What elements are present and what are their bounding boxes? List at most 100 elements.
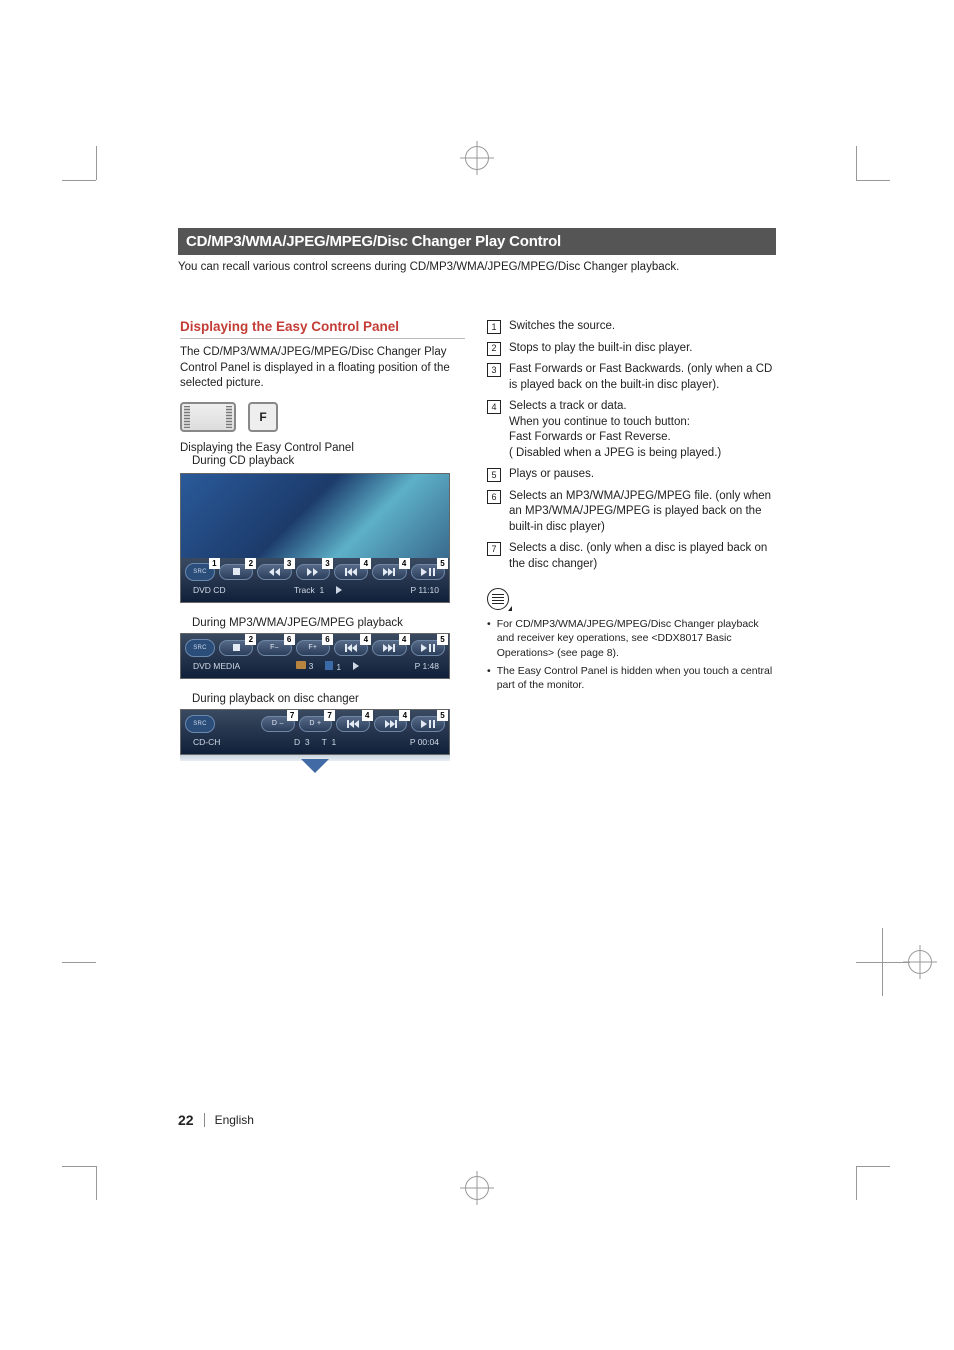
page-footer: 22 English [178, 1112, 254, 1128]
list-item: 2 Stops to play the built-in disc player. [487, 341, 776, 357]
note-icon [487, 588, 509, 610]
stop-button[interactable]: 2 [219, 564, 253, 580]
registration-mark-bottom [465, 1176, 489, 1200]
file-number: 1 [336, 662, 341, 672]
track-label: T [322, 737, 327, 747]
crop-line [856, 180, 890, 181]
callout-number: 5 [437, 634, 448, 645]
play-pause-button[interactable]: 5 [411, 716, 445, 732]
callout-box: 4 [487, 400, 501, 414]
subsection-paragraph: The CD/MP3/WMA/JPEG/MPEG/Disc Changer Pl… [180, 345, 465, 392]
disc-label: D [294, 737, 300, 747]
play-time: P 00:04 [410, 737, 439, 747]
prev-track-button[interactable]: 4 [334, 640, 368, 656]
registration-mark-top [465, 146, 489, 170]
folder-icon [296, 661, 306, 669]
folder-down-button[interactable]: F– 6 [257, 640, 291, 656]
prev-track-button[interactable]: 4 [336, 716, 370, 732]
crop-line [62, 1166, 96, 1167]
changer-panel-illustration: SRC D – 7 D + 7 4 4 5 CD-CH [180, 709, 450, 755]
src-button[interactable]: SRC 1 [185, 563, 215, 581]
src-label: SRC [193, 569, 207, 575]
disc-down-button[interactable]: D – 7 [261, 716, 295, 732]
subsection-heading: Displaying the Easy Control Panel [180, 319, 465, 339]
status-row: CD-CH D 3 T 1 P 00:04 [185, 735, 445, 747]
footer-language: English [215, 1113, 254, 1127]
next-track-button[interactable]: 4 [372, 640, 406, 656]
next-track-button[interactable]: 4 [374, 716, 408, 732]
callout-number: 3 [322, 558, 333, 569]
hardware-buttons-illustration: F [180, 402, 465, 432]
rewind-button[interactable]: 3 [257, 564, 291, 580]
play-time: P 11:10 [410, 585, 439, 595]
example-label: Displaying the Easy Control Panel [180, 442, 465, 454]
fast-forward-button[interactable]: 3 [296, 564, 330, 580]
item-text: Fast Forwards or Fast Backwards. (only w… [509, 362, 776, 393]
next-track-button[interactable]: 4 [372, 564, 406, 580]
disc-up-button[interactable]: D + 7 [299, 716, 333, 732]
callout-box: 2 [487, 342, 501, 356]
callout-box: 5 [487, 468, 501, 482]
crop-line [96, 146, 97, 180]
mp3-panel-illustration: SRC 2 F– 6 F+ 6 4 4 5 DVD [180, 633, 450, 679]
folder-number: 3 [309, 661, 314, 671]
callout-number: 4 [360, 634, 371, 645]
item-text: Switches the source. [509, 319, 615, 335]
crop-line [62, 180, 96, 181]
note-item: •For CD/MP3/WMA/JPEG/MPEG/Disc Changer p… [487, 617, 776, 660]
item-text: Selects a disc. (only when a disc is pla… [509, 541, 776, 572]
callout-number: 6 [322, 634, 333, 645]
callout-number: 7 [324, 710, 335, 721]
src-label: SRC [193, 721, 207, 727]
registration-mark-right [908, 950, 932, 974]
callout-number: 6 [284, 634, 295, 645]
callout-number: 4 [360, 558, 371, 569]
callout-number: 2 [245, 634, 256, 645]
stop-button[interactable]: 2 [219, 640, 253, 656]
chevron-down-icon [301, 759, 329, 773]
callout-number: 4 [362, 710, 373, 721]
src-label: SRC [193, 645, 207, 651]
crop-line [96, 1166, 97, 1200]
page-number: 22 [178, 1112, 194, 1128]
right-column: 1 Switches the source. 2 Stops to play the… [487, 319, 776, 773]
crop-line [856, 1166, 857, 1200]
item-text: Selects a track or data. When you contin… [509, 399, 721, 461]
prev-track-button[interactable]: 4 [334, 564, 368, 580]
item-text: Selects an MP3/WMA/JPEG/MPEG file. (only… [509, 489, 776, 536]
note-item: •The Easy Control Panel is hidden when y… [487, 664, 776, 692]
fnc-button-icon: F [248, 402, 278, 432]
callout-box: 6 [487, 490, 501, 504]
play-pause-button[interactable]: 5 [411, 640, 445, 656]
folder-up-button[interactable]: F+ 6 [296, 640, 330, 656]
callout-number: 4 [399, 710, 410, 721]
callout-number: 1 [209, 558, 220, 569]
track-number: 1 [332, 737, 337, 747]
callout-box: 1 [487, 320, 501, 334]
source-name: DVD CD [193, 585, 226, 595]
play-indicator-icon [353, 662, 359, 670]
cd-playback-screenshot: SRC 1 2 3 3 4 4 [180, 473, 450, 603]
crop-line [62, 962, 96, 963]
disc-number: 3 [305, 737, 310, 747]
source-name: DVD MEDIA [193, 661, 240, 671]
callout-number: 7 [287, 710, 298, 721]
src-button[interactable]: SRC [185, 715, 215, 733]
play-pause-button[interactable]: 5 [411, 564, 445, 580]
notes-list: •For CD/MP3/WMA/JPEG/MPEG/Disc Changer p… [487, 617, 776, 692]
track-label: Track [294, 585, 315, 595]
source-name: CD-CH [193, 737, 220, 747]
example-label: During playback on disc changer [192, 693, 465, 705]
status-row: DVD MEDIA 3 1 P 1:48 [185, 659, 445, 672]
src-button[interactable]: SRC [185, 639, 215, 657]
list-item: 7 Selects a disc. (only when a disc is pl… [487, 541, 776, 572]
list-item: 3 Fast Forwards or Fast Backwards. (only … [487, 362, 776, 393]
section-header: CD/MP3/WMA/JPEG/MPEG/Disc Changer Play C… [178, 228, 776, 255]
item-text: Stops to play the built-in disc player. [509, 341, 692, 357]
crop-line [856, 1166, 890, 1167]
callout-box: 7 [487, 542, 501, 556]
callout-box: 3 [487, 363, 501, 377]
callout-number: 4 [399, 558, 410, 569]
item-text: Plays or pauses. [509, 467, 594, 483]
callout-number: 5 [437, 558, 448, 569]
